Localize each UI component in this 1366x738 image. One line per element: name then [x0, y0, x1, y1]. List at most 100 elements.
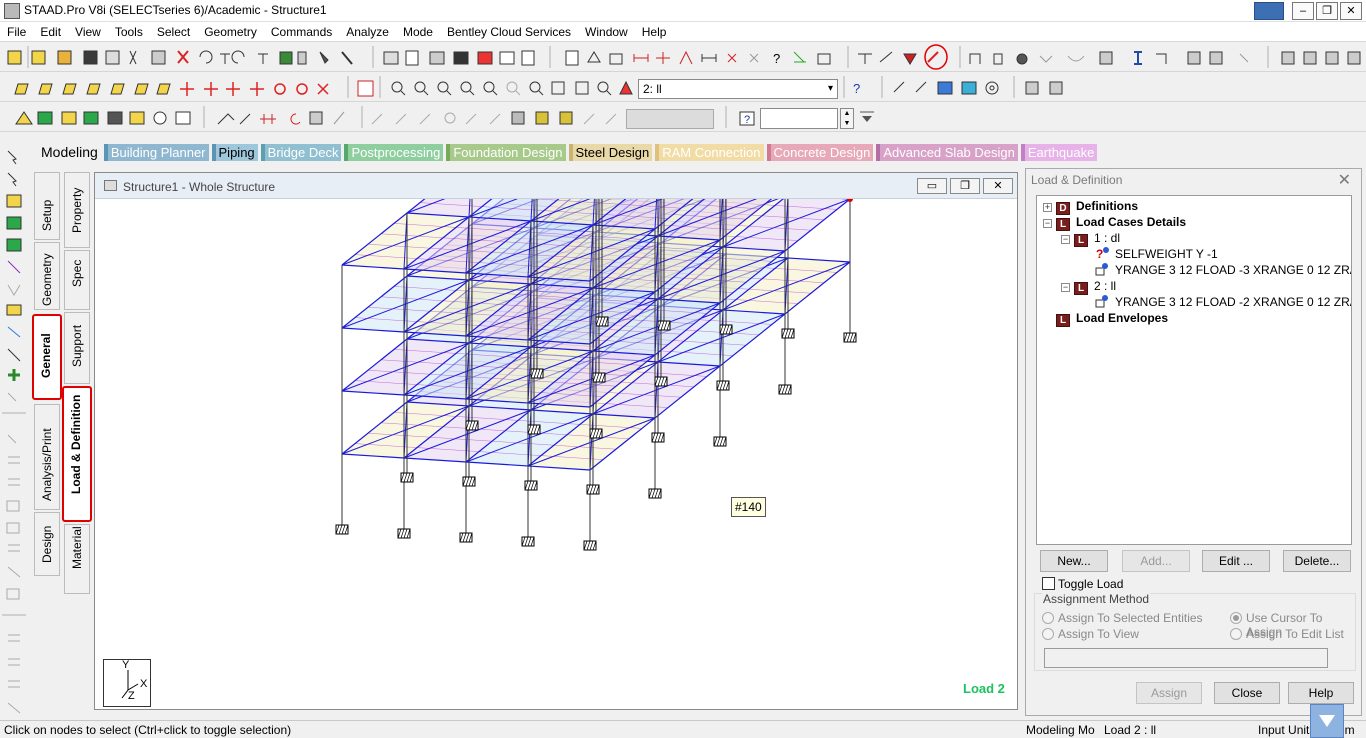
load-definition-panel: Load & Definition ✕ + D Definitions − L Load… — [1025, 168, 1362, 716]
use-cursor-radio[interactable] — [1230, 612, 1242, 624]
tab-setup-label: Setup — [40, 199, 54, 231]
collapse-icon[interactable]: − — [1061, 283, 1070, 292]
menu-view[interactable]: View — [68, 22, 108, 42]
mode-tab-steel-design[interactable]: Steel Design — [568, 144, 653, 161]
menu-file[interactable]: File — [0, 22, 33, 42]
mode-tab-ram-connection[interactable]: RAM Connection — [655, 144, 764, 161]
tree-item-label: Definitions — [1076, 199, 1138, 213]
menu-commands[interactable]: Commands — [264, 22, 339, 42]
axis-y-label: Y — [122, 659, 130, 671]
floor-load-icon — [1095, 295, 1108, 308]
tree-item-label: 2 : ll — [1094, 279, 1117, 293]
user-account-button[interactable] — [1254, 2, 1284, 20]
load-icon: L — [1056, 314, 1070, 327]
tab-load-definition-label: Load & Definition — [69, 394, 83, 494]
toggle-load-checkbox[interactable] — [1042, 577, 1055, 590]
tree-item-selfweight[interactable]: ? SELFWEIGHT Y -1 — [1095, 246, 1218, 262]
menu-edit[interactable]: Edit — [33, 22, 68, 42]
tab-design[interactable]: Design — [34, 512, 60, 576]
svg-text:?: ? — [853, 81, 860, 96]
assign-edit-list-radio[interactable] — [1230, 628, 1242, 640]
load-icon: L — [1074, 282, 1088, 295]
edit-list-input[interactable] — [1044, 648, 1328, 668]
menu-bentley-cloud-services[interactable]: Bentley Cloud Services — [440, 22, 578, 42]
viewport-restore-button[interactable]: ❐ — [950, 178, 980, 194]
scroll-down-icon[interactable] — [1310, 704, 1344, 738]
tree-item-label: Load Envelopes — [1076, 311, 1169, 325]
add-button[interactable]: Add... — [1122, 550, 1190, 572]
menu-geometry[interactable]: Geometry — [197, 22, 264, 42]
edit-button[interactable]: Edit ... — [1202, 550, 1270, 572]
mode-tab-earthquake[interactable]: Earthquake — [1020, 144, 1098, 161]
mode-tab-concrete-design[interactable]: Concrete Design — [766, 144, 874, 161]
tree-item-floor-load-2[interactable]: YRANGE 3 12 FLOAD -2 XRANGE 0 12 ZRAN — [1095, 294, 1352, 310]
collapse-icon[interactable]: − — [1043, 219, 1052, 228]
assign-view-radio[interactable] — [1042, 628, 1054, 640]
viewport-title: Structure1 - Whole Structure — [123, 180, 276, 194]
menu-select[interactable]: Select — [150, 22, 197, 42]
value-stepper[interactable]: ▲ ▼ — [840, 108, 854, 129]
tree-item-load-cases-details[interactable]: − L Load Cases Details — [1043, 214, 1187, 231]
tab-spec-label: Spec — [70, 259, 84, 287]
panel-title: Load & Definition — [1031, 173, 1123, 187]
close-panel-button[interactable]: Close — [1214, 682, 1280, 704]
tab-spec[interactable]: Spec — [64, 250, 90, 310]
mode-tab-advanced-slab-design[interactable]: Advanced Slab Design — [876, 144, 1018, 161]
tree-item-label: 1 : dl — [1094, 231, 1121, 245]
help-button[interactable]: Help — [1288, 682, 1354, 704]
assign-button[interactable]: Assign — [1136, 682, 1202, 704]
tab-property[interactable]: Property — [64, 172, 90, 248]
minimize-button[interactable]: – — [1292, 2, 1314, 20]
menu-mode[interactable]: Mode — [396, 22, 440, 42]
menu-help[interactable]: Help — [635, 22, 674, 42]
structure-model[interactable] — [95, 199, 1017, 709]
panel-close-icon[interactable]: ✕ — [1338, 170, 1351, 190]
menu-tools[interactable]: Tools — [108, 22, 150, 42]
collapse-icon[interactable]: − — [1061, 235, 1070, 244]
mode-tab-foundation-design[interactable]: Foundation Design — [446, 144, 566, 161]
mode-tab-modeling[interactable]: Modeling — [34, 144, 101, 161]
mode-tab-piping[interactable]: Piping — [211, 144, 258, 161]
tab-load-definition[interactable]: Load & Definition — [62, 386, 92, 522]
left-tool-bar — [0, 145, 28, 715]
load-case-selector[interactable]: 2: ll ▾ — [638, 79, 838, 99]
tree-item-load-envelopes[interactable]: L Load Envelopes — [1056, 310, 1169, 327]
menu-window[interactable]: Window — [578, 22, 635, 42]
svg-text:?: ? — [773, 51, 780, 66]
expand-icon[interactable]: + — [1043, 203, 1052, 212]
toolbar-row-1-icons[interactable]: ? — [0, 42, 1366, 72]
left-tool-icons[interactable] — [0, 145, 28, 715]
tab-general[interactable]: General — [32, 314, 62, 400]
assign-selected-radio[interactable] — [1042, 612, 1054, 624]
load-tree[interactable]: + D Definitions − L Load Cases Details − L 1 :… — [1036, 195, 1352, 545]
tree-item-label: YRANGE 3 12 FLOAD -2 XRANGE 0 12 ZRAN — [1115, 295, 1352, 309]
tree-item-floor-load-1[interactable]: YRANGE 3 12 FLOAD -3 XRANGE 0 12 ZRAN — [1095, 262, 1351, 278]
tab-geometry-label: Geometry — [40, 253, 54, 306]
close-button[interactable]: ✕ — [1340, 2, 1362, 20]
viewport-close-button[interactable]: ✕ — [983, 178, 1013, 194]
selfweight-icon: ? — [1096, 247, 1109, 261]
new-button[interactable]: New... — [1040, 550, 1108, 572]
mode-tab-postprocessing[interactable]: Postprocessing — [344, 144, 444, 161]
mode-tab-bridge-deck[interactable]: Bridge Deck — [260, 144, 342, 161]
tab-material[interactable]: Material — [64, 524, 90, 594]
tree-item-load-case-1[interactable]: − L 1 : dl — [1061, 230, 1121, 247]
tab-analysis-print[interactable]: Analysis/Print — [34, 404, 60, 510]
tab-support[interactable]: Support — [64, 312, 90, 384]
toggle-load-label: Toggle Load — [1058, 577, 1124, 591]
tree-item-load-case-2[interactable]: − L 2 : ll — [1061, 278, 1117, 295]
restore-button[interactable]: ❐ — [1316, 2, 1338, 20]
delete-button[interactable]: Delete... — [1283, 550, 1351, 572]
active-load-label: Load 2 — [963, 681, 1005, 696]
viewport-minimize-button[interactable]: ▭ — [917, 178, 947, 194]
axis-z-label: Z — [128, 690, 135, 702]
menu-analyze[interactable]: Analyze — [339, 22, 396, 42]
tab-geometry[interactable]: Geometry — [34, 242, 60, 310]
value-input[interactable] — [760, 108, 838, 129]
tree-item-label: Load Cases Details — [1076, 215, 1187, 229]
tab-setup[interactable]: Setup — [34, 172, 60, 240]
mode-tab-building-planner[interactable]: Building Planner — [103, 144, 209, 161]
selected-node — [847, 199, 853, 202]
structure-viewport[interactable]: Structure1 - Whole Structure ▭ ❐ ✕ Y X Z… — [94, 172, 1018, 710]
tree-item-definitions[interactable]: + D Definitions — [1043, 198, 1138, 215]
